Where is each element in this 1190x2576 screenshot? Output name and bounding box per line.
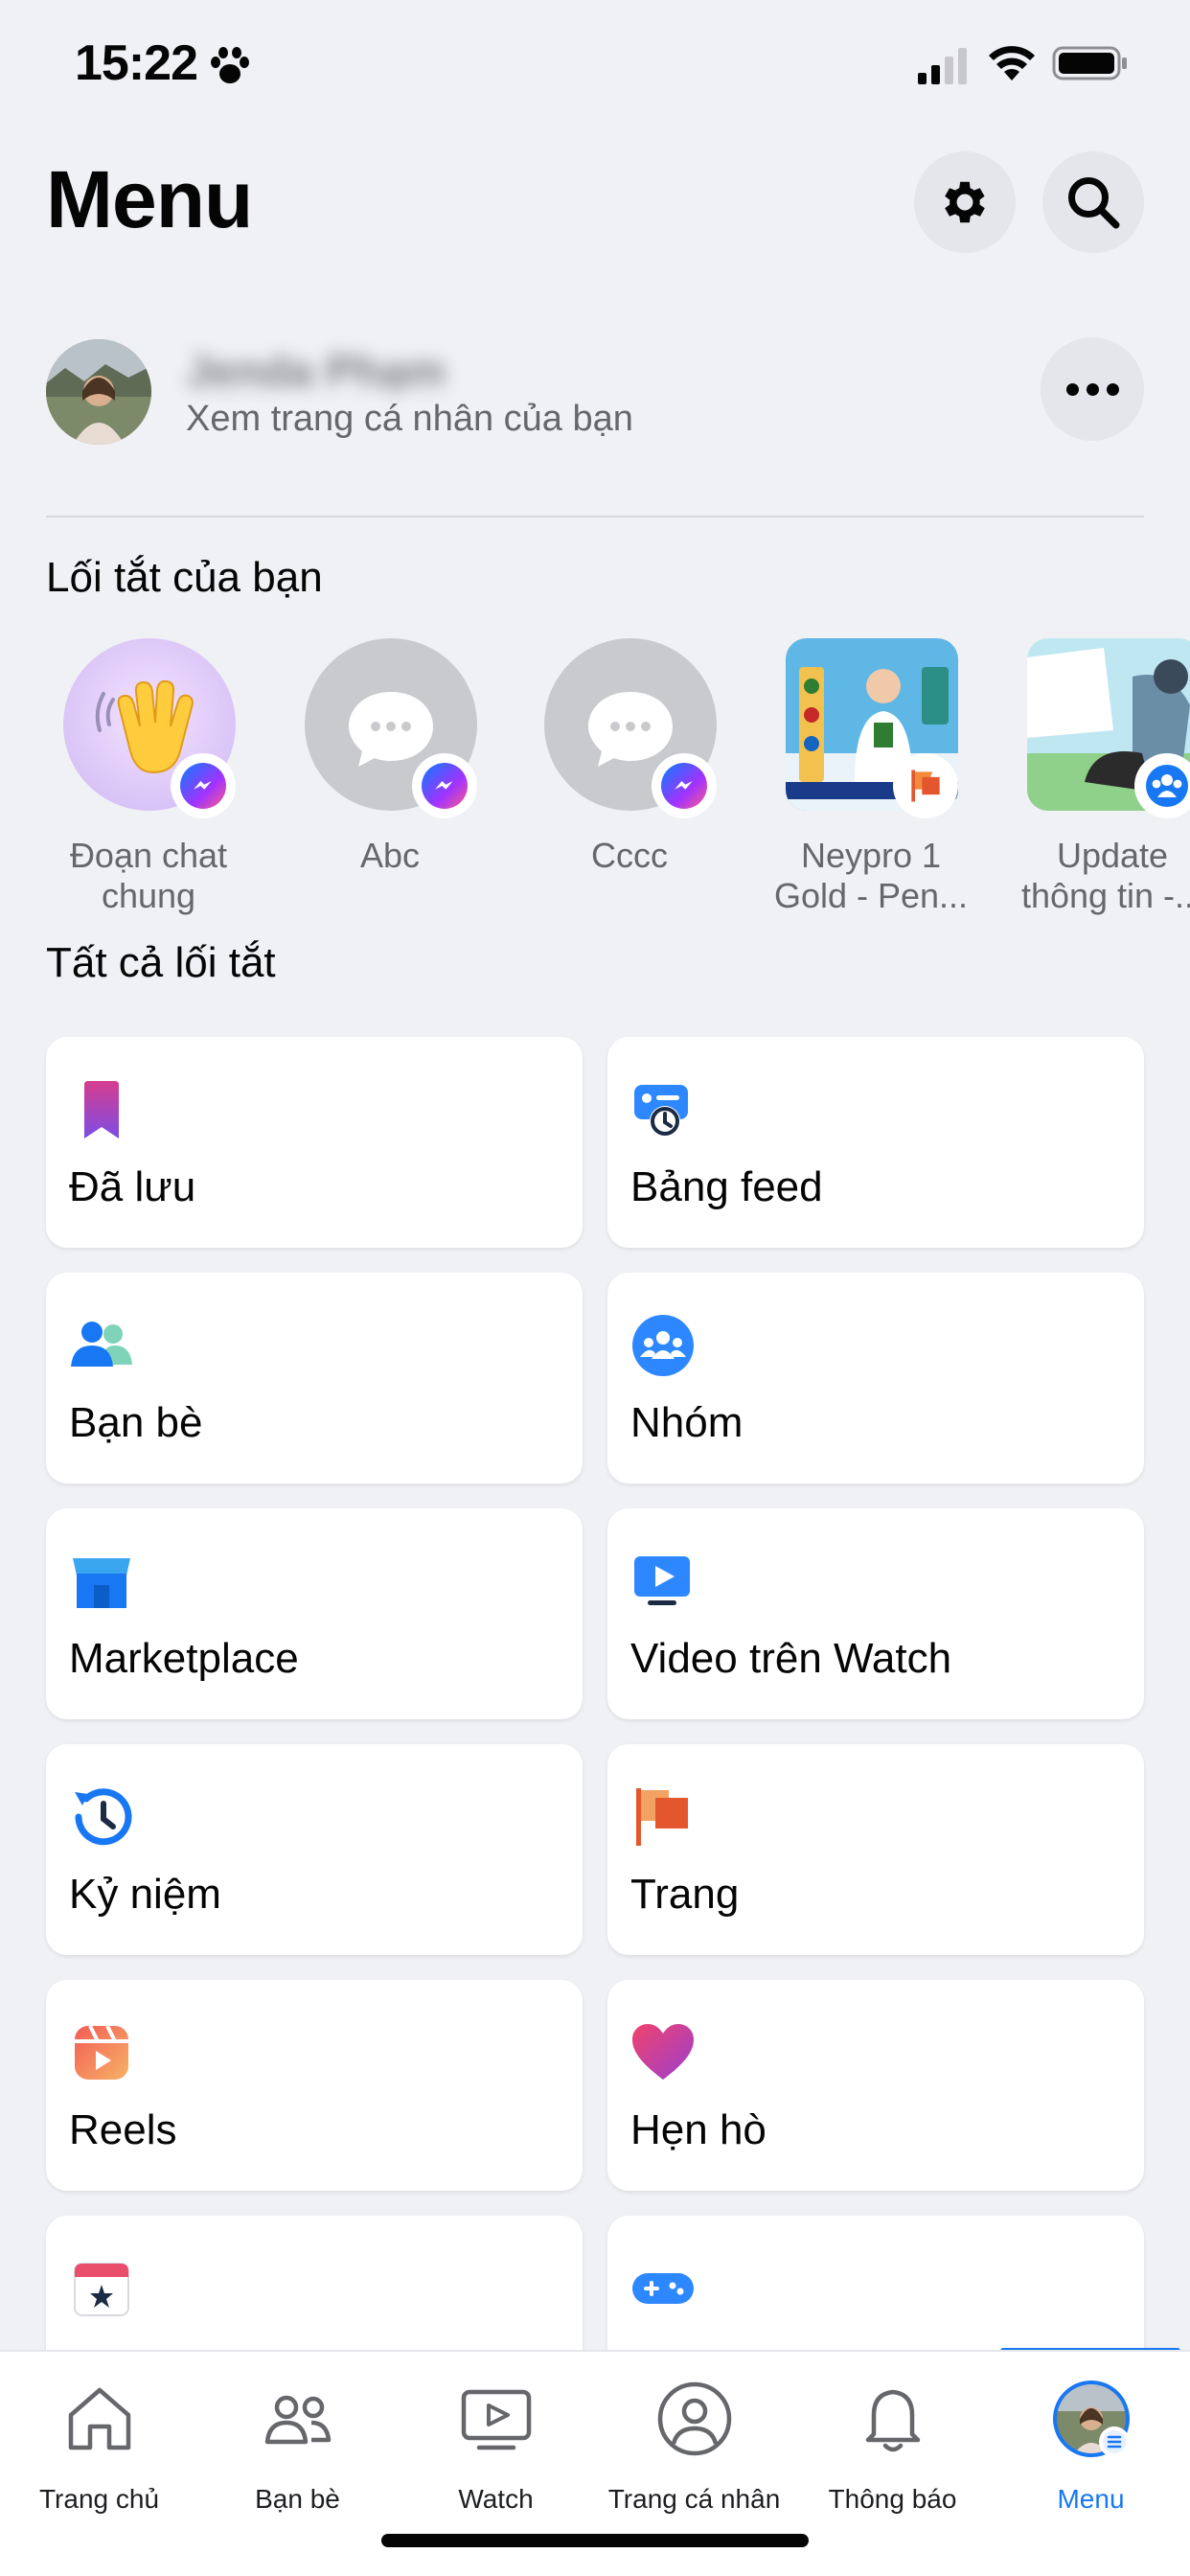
status-time: 15:22 (75, 35, 198, 91)
feed-clock-icon (634, 1085, 688, 1137)
card-label: Video trên Watch (630, 1635, 952, 1682)
reels-card[interactable]: Reels (46, 1980, 583, 2191)
shortcut-label: Neypro 1 Gold - Pen... (773, 836, 969, 915)
friends-icon (264, 2395, 331, 2445)
dating-card[interactable]: Hẹn hò (607, 1980, 1144, 2191)
tab-label: Thông báo (828, 2484, 957, 2514)
watch-icon (461, 2389, 531, 2450)
menu-screen: 15:22 Menu Jenda Phạm Xem trang cá nhân … (0, 0, 1190, 2576)
watch-video-icon (634, 1556, 690, 1605)
messenger-icon (180, 763, 226, 809)
more-options-button[interactable] (1041, 337, 1144, 441)
search-icon (1068, 177, 1120, 229)
tab-label: Menu (1057, 2484, 1125, 2514)
profile-name[interactable]: Jenda Phạm (186, 345, 446, 397)
shortcuts-heading: Lối tắt của bạn (46, 554, 323, 601)
saved-card[interactable]: Đã lưu (46, 1037, 583, 1248)
bookmark-icon (84, 1081, 119, 1138)
tab-home[interactable]: Trang chủ (0, 2371, 198, 2524)
shortcut-label: Update thông tin -... (1020, 836, 1190, 915)
friends-card[interactable]: Bạn bè (46, 1273, 583, 1484)
card-label: Đã lưu (69, 1163, 196, 1210)
pages-flag-icon (636, 1788, 688, 1846)
tab-menu[interactable]: Menu (992, 2371, 1190, 2524)
shortcut-label: Abc (359, 836, 421, 875)
watch-card[interactable]: Video trên Watch (607, 1508, 1144, 1719)
messenger-badge (652, 753, 717, 818)
tab-notifications[interactable]: Thông báo (793, 2371, 992, 2524)
groups-icon (632, 1315, 694, 1376)
tab-watch[interactable]: Watch (397, 2371, 595, 2524)
shortcut-label: Cccc (591, 836, 668, 875)
profile-subtitle[interactable]: Xem trang cá nhân của bạn (186, 399, 633, 440)
dot (1106, 382, 1119, 396)
feed-card[interactable]: Bảng feed (607, 1037, 1144, 1248)
messenger-icon (422, 763, 468, 809)
marketplace-store-icon (73, 1558, 130, 1608)
card-label: Reels (69, 2106, 177, 2153)
profile-icon (657, 2381, 731, 2456)
pages-card[interactable]: Trang (607, 1744, 1144, 1955)
tab-profile[interactable]: Trang cá nhân (595, 2371, 793, 2524)
tab-label: Trang chủ (38, 2484, 160, 2514)
page-title: Menu (46, 154, 253, 244)
menu-avatar-icon (1052, 2380, 1130, 2457)
home-indicator (381, 2534, 809, 2547)
pages-flag-icon (911, 770, 940, 802)
shortcut-label: Đoạn chat chung (69, 836, 228, 915)
messenger-badge (412, 753, 477, 818)
tab-label: Watch (458, 2484, 534, 2514)
messenger-badge (171, 753, 236, 818)
dot (1065, 382, 1079, 396)
card-label: Marketplace (69, 1635, 299, 1682)
settings-button[interactable] (914, 151, 1016, 253)
search-button[interactable] (1042, 151, 1144, 253)
groups-icon (1146, 765, 1188, 807)
status-bar: 15:22 (0, 0, 1190, 134)
card-label: Bảng feed (630, 1163, 823, 1210)
tab-label: Trang cá nhân (607, 2484, 781, 2514)
avatar[interactable] (46, 339, 151, 445)
profile-row[interactable]: Jenda Phạm Xem trang cá nhân của bạn (46, 337, 1144, 445)
tab-label: Bạn bè (255, 2484, 340, 2514)
card-label: Nhóm (630, 1399, 744, 1446)
card-label: Kỷ niệm (69, 1871, 221, 1918)
pages-badge (893, 753, 958, 818)
memories-clock-icon (75, 1788, 132, 1846)
friends-icon (71, 1322, 132, 1367)
dot (1086, 382, 1099, 396)
card-label: Bạn bè (69, 1399, 203, 1446)
reels-icon (75, 2025, 128, 2080)
dating-heart-icon (632, 2024, 694, 2080)
divider (46, 516, 1144, 518)
gear-icon (945, 181, 985, 223)
marketplace-card[interactable]: Marketplace (46, 1508, 583, 1719)
battery-icon (1052, 46, 1127, 80)
home-icon (68, 2387, 130, 2450)
cellular-signal-icon (918, 48, 967, 84)
paw-icon (211, 47, 249, 83)
gaming-controller-icon (632, 2273, 694, 2304)
tab-friends[interactable]: Bạn bè (198, 2371, 397, 2524)
memories-card[interactable]: Kỷ niệm (46, 1744, 583, 1955)
card-label: Trang (630, 1871, 740, 1918)
messenger-icon (661, 763, 707, 809)
card-label: Hẹn hò (630, 2106, 767, 2153)
groups-card[interactable]: Nhóm (607, 1273, 1144, 1484)
bell-icon (865, 2389, 920, 2452)
all-shortcuts-heading: Tất cả lối tắt (46, 939, 276, 986)
events-calendar-icon (74, 2263, 129, 2316)
wifi-icon (989, 46, 1035, 80)
